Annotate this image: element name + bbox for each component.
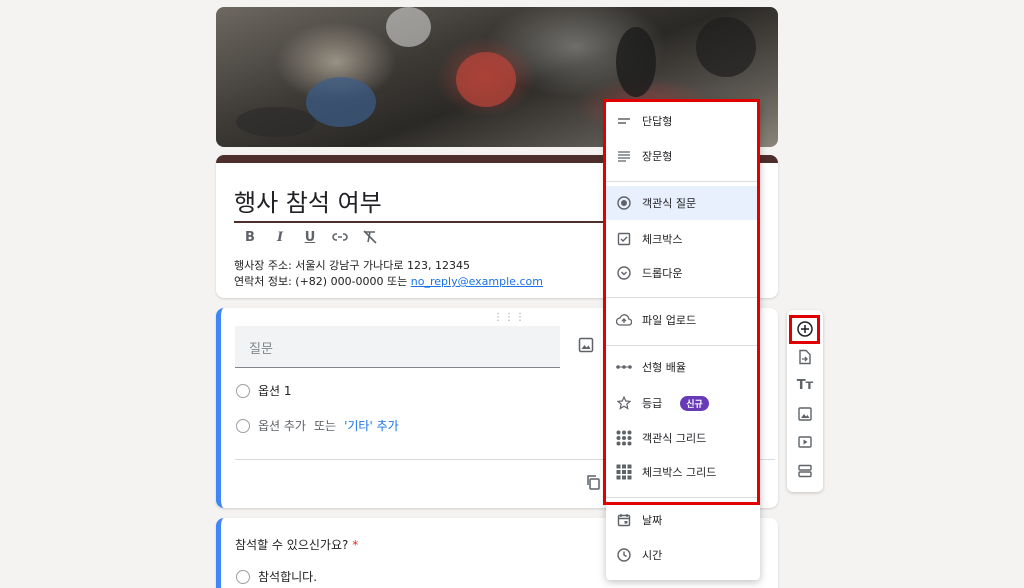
menu-item-label: 등급 — [642, 397, 663, 410]
add-image-icon[interactable] — [795, 404, 815, 424]
paragraph-icon — [616, 148, 632, 164]
menu-item-label: 체크박스 — [642, 233, 683, 246]
question-title-text: 참석할 수 있으신가요? — [235, 538, 349, 552]
add-option-link[interactable]: 옵션 추가 — [258, 417, 306, 434]
add-option-row: 옵션 추가 또는 '기타' 추가 — [236, 417, 399, 434]
underline-button[interactable]: U — [302, 229, 318, 245]
option-row: 옵션 1 — [236, 382, 292, 399]
duplicate-icon[interactable] — [585, 474, 601, 490]
menu-item-label: 장문형 — [642, 150, 673, 163]
new-badge: 신규 — [680, 395, 709, 411]
radio-icon — [236, 383, 250, 398]
menu-item-radio-grid[interactable]: 객관식 그리드 — [606, 421, 760, 455]
menu-item-multiple-choice[interactable]: 객관식 질문 — [606, 186, 760, 220]
form-title[interactable]: 행사 참석 여부 — [234, 183, 382, 218]
menu-item-short-answer[interactable]: 단답형 — [606, 104, 760, 138]
add-section-icon[interactable] — [795, 461, 815, 481]
menu-item-label: 시간 — [642, 549, 663, 562]
import-questions-icon[interactable] — [795, 347, 815, 367]
menu-item-label: 객관식 질문 — [642, 197, 697, 210]
option-label: 참석합니다. — [258, 570, 318, 584]
menu-divider — [606, 497, 760, 498]
checkbox-grid-icon — [616, 464, 632, 480]
linear-scale-icon — [616, 359, 632, 375]
menu-item-label: 체크박스 그리드 — [642, 466, 717, 479]
menu-item-rating[interactable]: 등급 신규 — [606, 386, 760, 420]
dropdown-icon — [616, 265, 632, 281]
menu-item-date[interactable]: 날짜 — [606, 503, 760, 537]
menu-item-label: 선형 배율 — [642, 361, 686, 374]
radio-icon — [236, 418, 250, 433]
format-toolbar: B I U — [242, 229, 378, 245]
cloud-upload-icon — [616, 312, 632, 328]
menu-item-label: 드롭다운 — [642, 267, 683, 280]
clock-icon — [616, 547, 632, 563]
question-type-menu: 단답형 장문형 객관식 질문 체크박스 드롭다운 파일 업로드 선형 배율 등급… — [606, 100, 760, 580]
link-icon[interactable] — [332, 229, 348, 245]
menu-item-paragraph[interactable]: 장문형 — [606, 139, 760, 173]
contact-email-link[interactable]: no_reply@example.com — [411, 275, 543, 288]
menu-item-time[interactable]: 시간 — [606, 538, 760, 572]
short-answer-icon — [616, 113, 632, 129]
bold-button[interactable]: B — [242, 229, 258, 245]
description-address: 행사장 주소: 서울시 강남구 가나다로 123, 12345 — [234, 259, 470, 272]
question-title: 참석할 수 있으신가요? * — [235, 536, 358, 553]
description-contact: 연락처 정보: (+82) 000-0000 또는 — [234, 275, 411, 288]
radio-icon — [616, 195, 632, 211]
form-description[interactable]: 행사장 주소: 서울시 강남구 가나다로 123, 12345 연락처 정보: … — [234, 258, 543, 290]
menu-item-checkbox[interactable]: 체크박스 — [606, 222, 760, 256]
menu-item-checkbox-grid[interactable]: 체크박스 그리드 — [606, 455, 760, 489]
question-title-input[interactable]: 질문 — [235, 326, 560, 368]
floating-toolbar: Tт — [787, 310, 823, 492]
checkbox-icon — [616, 231, 632, 247]
star-icon — [616, 395, 632, 411]
menu-item-label: 객관식 그리드 — [642, 432, 707, 445]
radio-grid-icon — [616, 430, 632, 446]
clear-format-icon[interactable] — [362, 229, 378, 245]
or-text: 또는 — [313, 419, 337, 433]
add-title-icon[interactable]: Tт — [795, 375, 815, 395]
menu-item-label: 날짜 — [642, 514, 663, 527]
add-other-link[interactable]: '기타' 추가 — [344, 417, 399, 434]
menu-item-label: 단답형 — [642, 115, 673, 128]
radio-icon[interactable] — [236, 569, 250, 584]
italic-button[interactable]: I — [272, 229, 288, 245]
menu-divider — [606, 345, 760, 346]
option-label[interactable]: 옵션 1 — [258, 382, 292, 399]
add-question-icon[interactable] — [795, 319, 815, 339]
required-mark: * — [352, 538, 359, 552]
add-video-icon[interactable] — [795, 432, 815, 452]
menu-item-file-upload[interactable]: 파일 업로드 — [606, 303, 760, 337]
menu-item-dropdown[interactable]: 드롭다운 — [606, 256, 760, 290]
menu-item-linear-scale[interactable]: 선형 배율 — [606, 350, 760, 384]
option-row: 참석합니다. — [236, 568, 317, 585]
drag-handle-icon[interactable]: ⋮⋮⋮ — [493, 312, 526, 323]
add-image-icon[interactable] — [577, 336, 595, 354]
calendar-icon — [616, 512, 632, 528]
menu-divider — [606, 297, 760, 298]
menu-divider — [606, 181, 760, 182]
menu-item-label: 파일 업로드 — [642, 314, 697, 327]
